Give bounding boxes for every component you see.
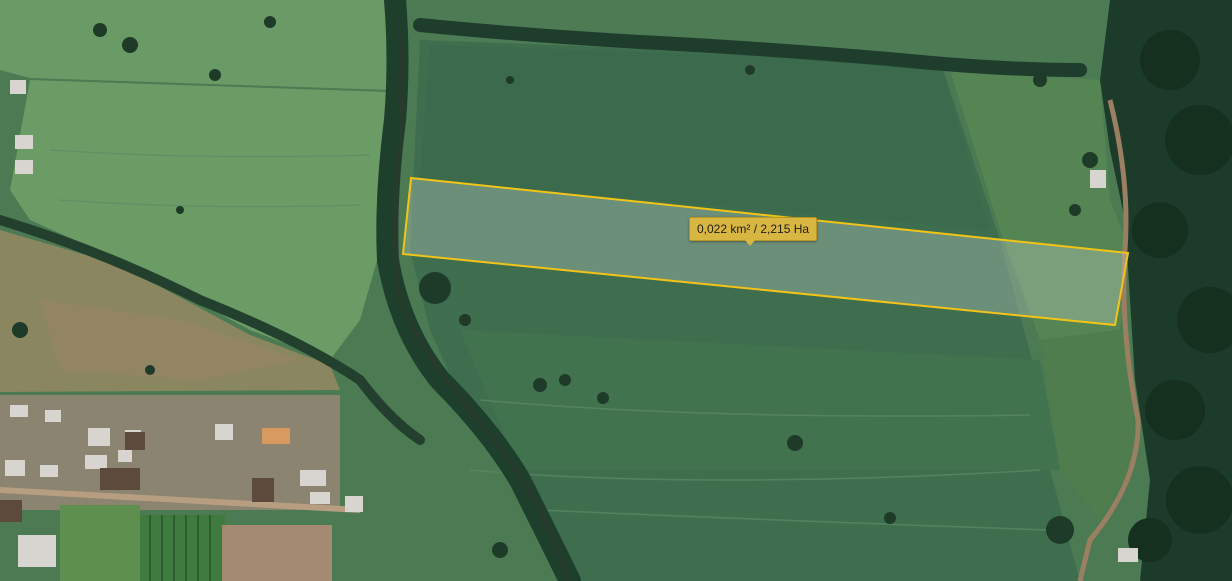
area-measurement-label: 0,022 km² / 2,215 Ha <box>689 217 818 246</box>
satellite-map[interactable]: 0,022 km² / 2,215 Ha <box>0 0 1232 581</box>
bare-soil-plot <box>222 525 332 581</box>
satellite-imagery <box>0 0 1232 581</box>
crop-field <box>140 515 225 581</box>
field-top-left <box>0 0 400 90</box>
